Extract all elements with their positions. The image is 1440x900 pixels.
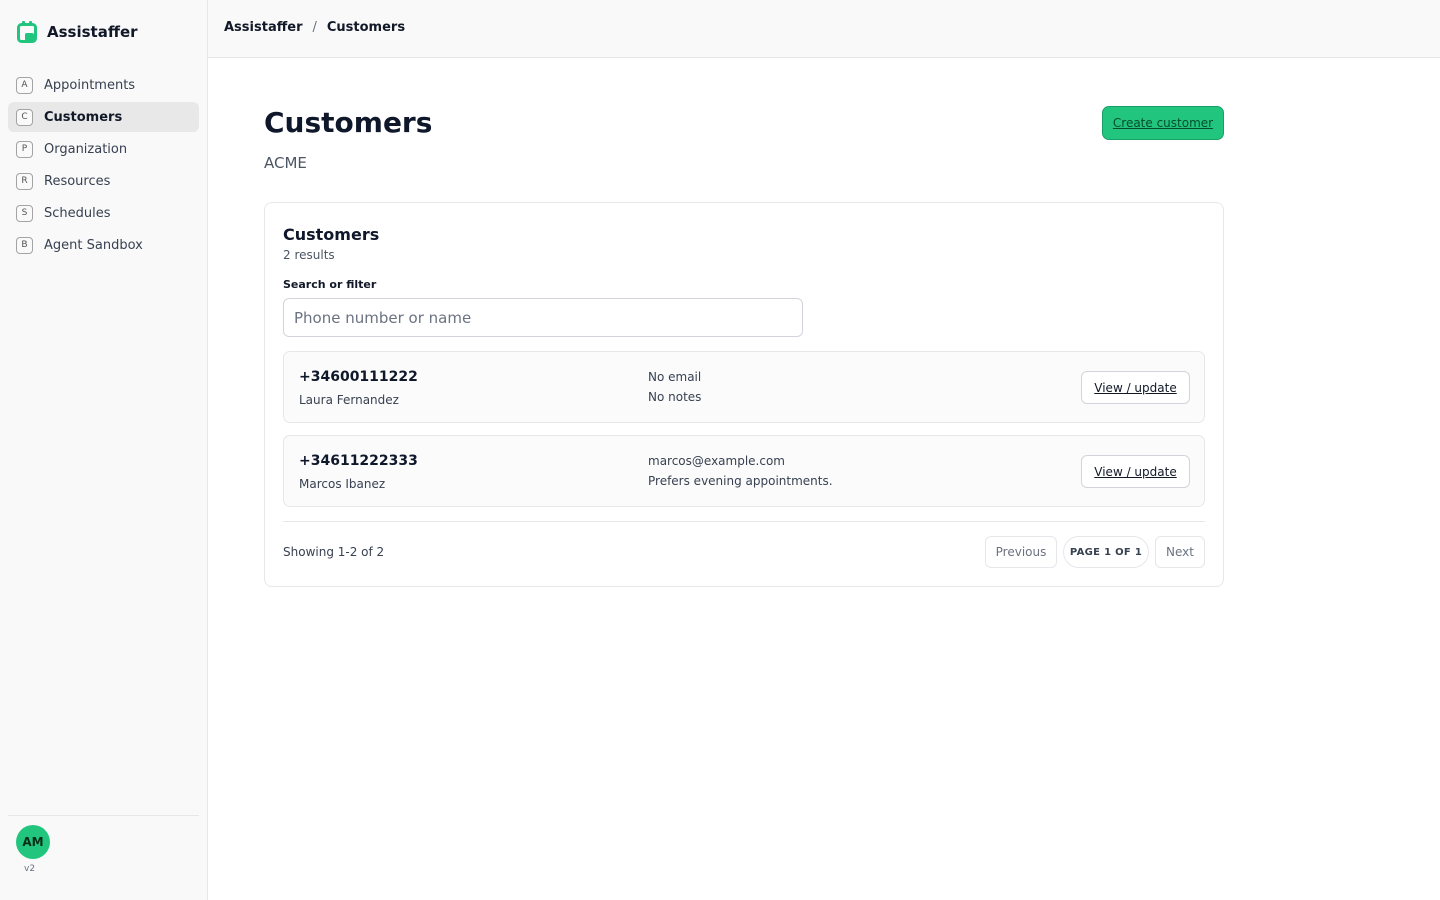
shortcut-key-badge: P — [16, 140, 33, 158]
pagination-summary: Showing 1-2 of 2 — [283, 545, 385, 559]
customer-email: No email — [648, 370, 702, 384]
next-page-button[interactable]: Next — [1155, 536, 1205, 568]
shortcut-key-badge: S — [16, 204, 33, 222]
create-customer-button[interactable]: Create customer — [1102, 106, 1224, 140]
shortcut-key-badge: R — [16, 172, 33, 190]
sidebar-item-schedules[interactable]: S Schedules — [8, 198, 199, 228]
customer-phone: +34600111222 — [299, 369, 418, 385]
customer-email: marcos@example.com — [648, 454, 785, 468]
sidebar-item-label: Schedules — [44, 205, 111, 221]
search-input[interactable] — [283, 298, 803, 337]
sidebar-item-agent-sandbox[interactable]: B Agent Sandbox — [8, 230, 199, 260]
app-version: v2 — [24, 864, 36, 874]
results-count: 2 results — [283, 248, 335, 262]
topbar: Assistaffer / Customers — [208, 0, 1440, 58]
previous-page-button[interactable]: Previous — [985, 536, 1057, 568]
sidebar-item-label: Customers — [44, 109, 123, 125]
customers-card: Customers 2 results Search or filter +34… — [264, 202, 1224, 587]
sidebar-item-organization[interactable]: P Organization — [8, 134, 199, 164]
customer-name: Marcos Ibanez — [299, 477, 386, 491]
sidebar-item-label: Agent Sandbox — [44, 237, 143, 253]
customer-row: +34600111222 Laura Fernandez No email No… — [283, 351, 1205, 423]
breadcrumb-separator: / — [312, 20, 317, 35]
breadcrumb-current: Customers — [326, 20, 406, 35]
view-update-button[interactable]: View / update — [1081, 455, 1190, 488]
shortcut-key-badge: A — [16, 76, 33, 94]
customer-phone: +34611222333 — [299, 453, 418, 469]
sidebar-item-label: Appointments — [44, 77, 136, 93]
sidebar-item-appointments[interactable]: A Appointments — [8, 70, 199, 100]
view-update-button[interactable]: View / update — [1081, 371, 1190, 404]
sidebar-item-label: Resources — [44, 173, 111, 189]
page-indicator: PAGE 1 OF 1 — [1063, 536, 1149, 568]
breadcrumb: Assistaffer / Customers — [224, 20, 405, 35]
card-title: Customers — [283, 225, 380, 244]
page-title: Customers — [264, 106, 433, 139]
customer-name: Laura Fernandez — [299, 393, 399, 407]
card-divider — [283, 521, 1205, 522]
brand-name: Assistaffer — [47, 23, 138, 41]
customer-notes: Prefers evening appointments. — [648, 474, 833, 488]
shortcut-key-badge: B — [16, 236, 33, 254]
shortcut-key-badge: C — [16, 108, 33, 126]
sidebar-item-customers[interactable]: C Customers — [8, 102, 199, 132]
sidebar-item-label: Organization — [44, 141, 128, 157]
brand[interactable]: Assistaffer — [17, 20, 138, 44]
customer-row: +34611222333 Marcos Ibanez marcos@exampl… — [283, 435, 1205, 507]
sidebar-divider — [8, 815, 199, 816]
breadcrumb-root-link[interactable]: Assistaffer — [224, 20, 302, 35]
sidebar-item-resources[interactable]: R Resources — [8, 166, 199, 196]
search-label: Search or filter — [283, 278, 377, 291]
user-avatar[interactable]: AM — [16, 825, 50, 859]
sidebar-nav: A Appointments C Customers P Organizatio… — [8, 70, 199, 262]
calendar-logo-icon — [17, 21, 37, 43]
sidebar: Assistaffer A Appointments C Customers P… — [0, 0, 208, 900]
organization-name: ACME — [264, 154, 307, 172]
customer-notes: No notes — [648, 390, 702, 404]
